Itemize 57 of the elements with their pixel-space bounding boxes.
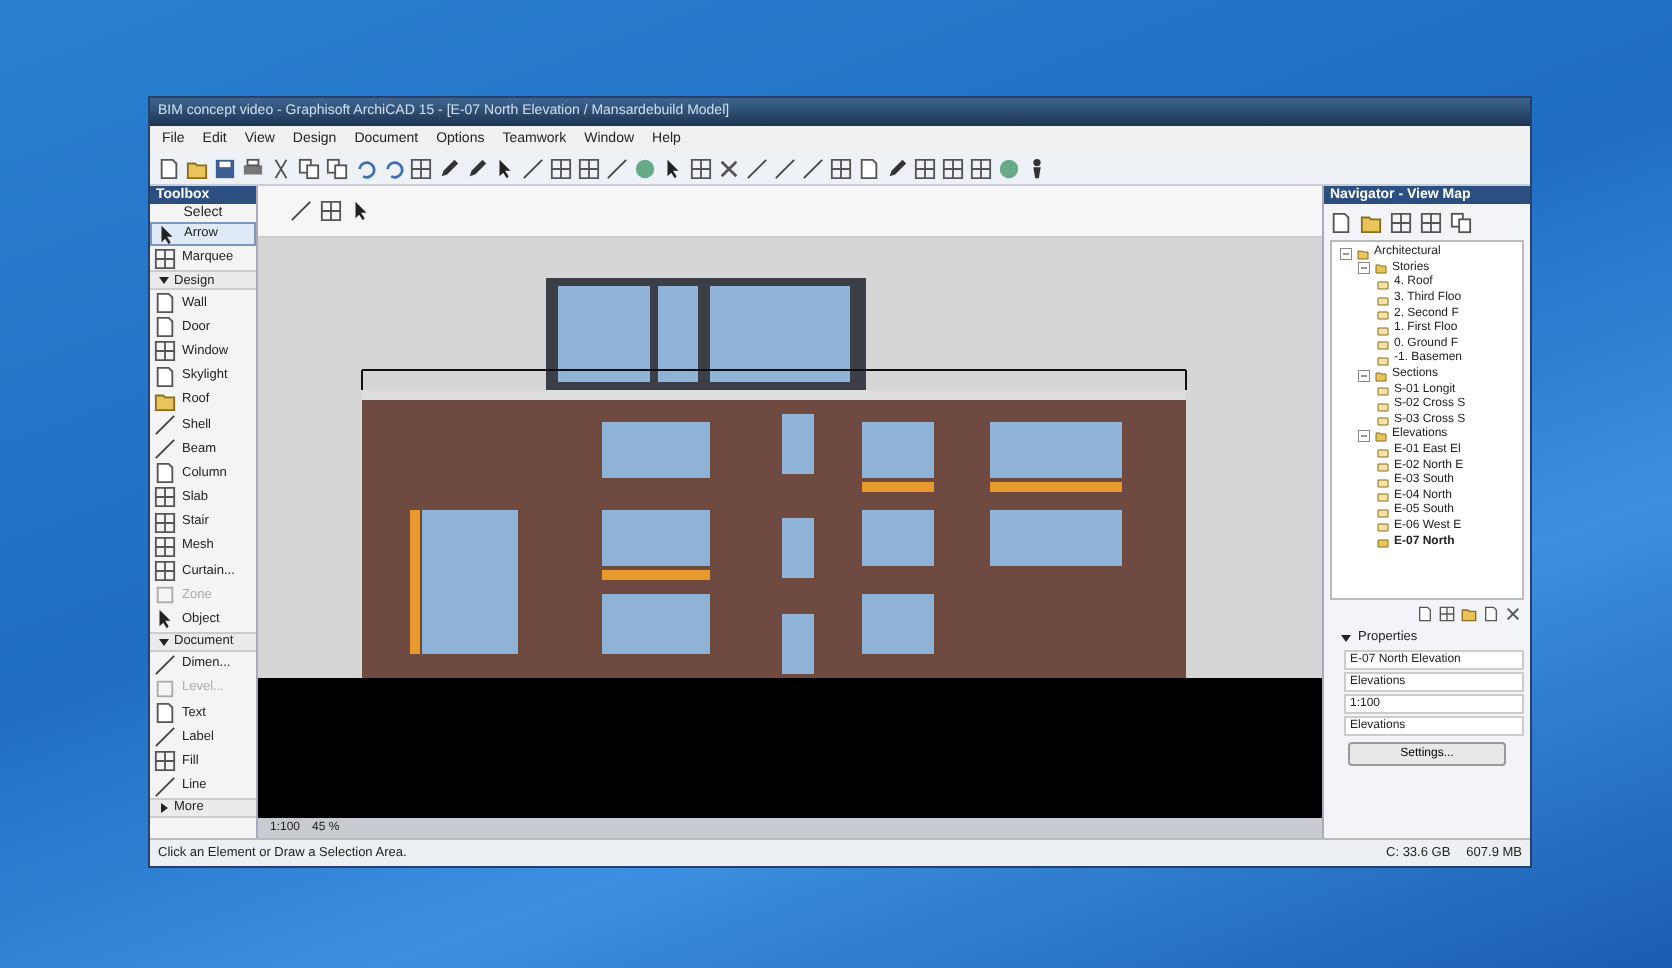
tool-icon bbox=[154, 726, 176, 749]
tool-icon bbox=[154, 438, 176, 461]
caret-icon bbox=[158, 274, 170, 287]
line-tool-icon[interactable] bbox=[522, 157, 544, 179]
view-map-icon[interactable] bbox=[1390, 211, 1412, 233]
panel-tool-icon[interactable] bbox=[1438, 606, 1456, 622]
geometry-method-icon[interactable] bbox=[290, 200, 312, 222]
view-map-icon[interactable] bbox=[1420, 211, 1442, 233]
expander-icon[interactable] bbox=[1358, 262, 1370, 275]
view-icon[interactable] bbox=[970, 157, 992, 179]
view-icon[interactable] bbox=[942, 157, 964, 179]
tool-icon bbox=[154, 486, 176, 509]
expander-icon[interactable] bbox=[1340, 247, 1352, 260]
pencil-icon[interactable] bbox=[438, 157, 460, 179]
tool-icon bbox=[154, 535, 176, 558]
caret-icon bbox=[158, 802, 170, 815]
pencil-icon[interactable] bbox=[886, 157, 908, 179]
undo-icon[interactable] bbox=[354, 157, 376, 179]
tool-icon bbox=[154, 511, 176, 534]
tool-icon bbox=[154, 584, 176, 607]
expander-icon[interactable] bbox=[1358, 369, 1370, 382]
caret-icon bbox=[1340, 631, 1352, 644]
tool-icon bbox=[154, 560, 176, 583]
tool-icon bbox=[154, 750, 176, 773]
tool-icon bbox=[154, 775, 176, 798]
copy-icon[interactable] bbox=[298, 157, 320, 179]
tool-icon bbox=[154, 413, 176, 436]
tool-icon bbox=[154, 677, 176, 700]
view-icon[interactable] bbox=[914, 157, 936, 179]
tool-icon bbox=[156, 223, 178, 246]
tool-icon bbox=[154, 247, 176, 270]
view-map-icon[interactable] bbox=[1330, 211, 1352, 233]
folder-icon bbox=[1374, 369, 1388, 382]
save-icon[interactable] bbox=[214, 157, 236, 179]
tool-icon bbox=[154, 608, 176, 631]
line-tool-icon[interactable] bbox=[802, 157, 824, 179]
view-map-icon[interactable] bbox=[1450, 211, 1472, 233]
tool-icon bbox=[154, 389, 176, 412]
caret-icon bbox=[158, 636, 170, 648]
grid-icon[interactable] bbox=[690, 157, 712, 179]
folder-icon bbox=[1374, 429, 1388, 442]
pointer-icon[interactable] bbox=[494, 157, 516, 179]
print-icon[interactable] bbox=[242, 157, 264, 179]
tool-icon bbox=[154, 340, 176, 363]
expander-icon[interactable] bbox=[1358, 429, 1370, 442]
panel-tool-icon[interactable] bbox=[1416, 606, 1434, 622]
pointer-icon[interactable] bbox=[350, 200, 372, 222]
close-icon[interactable] bbox=[718, 157, 740, 179]
view-map-icon[interactable] bbox=[1360, 211, 1382, 233]
marquee-icon[interactable] bbox=[320, 200, 342, 222]
grid-icon[interactable] bbox=[410, 157, 432, 179]
pointer-icon[interactable] bbox=[662, 157, 684, 179]
tool-icon bbox=[154, 653, 176, 676]
panel-tool-icon[interactable] bbox=[1504, 606, 1522, 622]
new-document-icon[interactable] bbox=[158, 157, 180, 179]
cut-icon[interactable] bbox=[270, 157, 292, 179]
folder-icon[interactable] bbox=[186, 157, 208, 179]
